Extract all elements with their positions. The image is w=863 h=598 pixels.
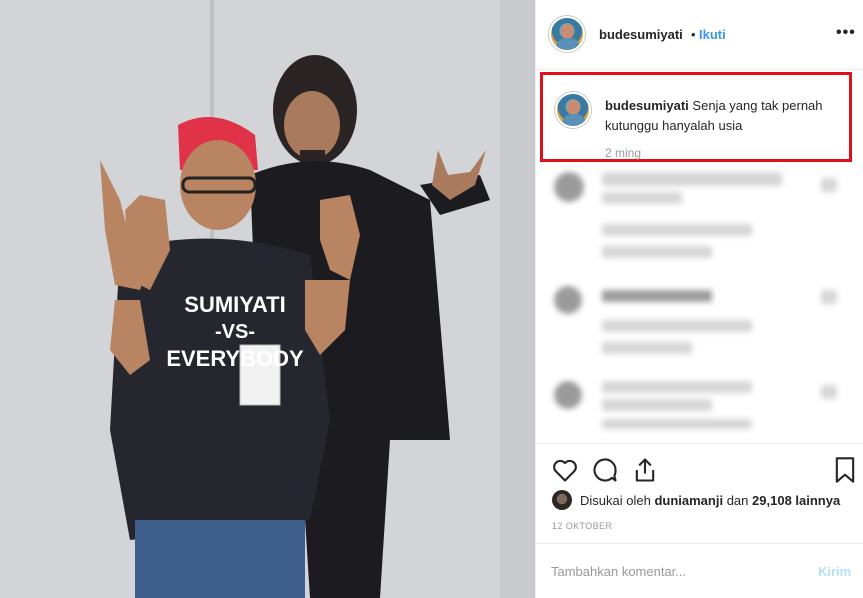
follow-button[interactable]: Ikuti — [699, 27, 726, 42]
heart-icon[interactable] — [551, 456, 579, 484]
photo-illustration: SUMIYATI -VS- EVERYBODY — [0, 0, 535, 598]
header-username[interactable]: budesumiyati — [599, 27, 683, 42]
shirt-text-1: SUMIYATI — [184, 292, 285, 317]
caption-avatar[interactable] — [555, 92, 591, 128]
caption: budesumiyati Senja yang tak pernah kutun… — [605, 96, 850, 136]
likes-count[interactable]: 29,108 lainnya — [752, 493, 840, 508]
more-options-icon[interactable]: ••• — [836, 24, 856, 42]
shirt-text-3: EVERYBODY — [166, 346, 304, 371]
likes-text: Disukai oleh duniamanji dan 29,108 lainn… — [580, 493, 840, 508]
post-comment-button[interactable]: Kirim — [818, 564, 851, 579]
caption-username[interactable]: budesumiyati — [605, 98, 689, 113]
caption-time[interactable]: 2 ming — [605, 146, 641, 160]
liker-username[interactable]: duniamanji — [654, 493, 723, 508]
likes-summary: Disukai oleh duniamanji dan 29,108 lainn… — [552, 490, 862, 512]
header-separator: • — [691, 27, 696, 42]
bookmark-icon[interactable] — [831, 456, 859, 484]
likes-conj: dan — [726, 493, 749, 508]
post-sidebar: budesumiyati • Ikuti ••• budesumiyati Se… — [535, 0, 863, 598]
post-actions — [536, 443, 863, 493]
comment-icon[interactable] — [591, 456, 619, 484]
post-date[interactable]: 12 OKTOBER — [552, 521, 612, 531]
likes-prefix: Disukai oleh — [580, 493, 651, 508]
comment-input[interactable] — [551, 564, 791, 579]
add-comment-bar: Kirim — [536, 543, 863, 598]
user-avatar[interactable] — [549, 16, 585, 52]
post-header: budesumiyati • Ikuti ••• — [536, 0, 863, 70]
liker-avatar[interactable] — [552, 490, 572, 510]
post-photo[interactable]: SUMIYATI -VS- EVERYBODY — [0, 0, 535, 598]
shirt-text-2: -VS- — [215, 321, 255, 343]
caption-highlight: budesumiyati Senja yang tak pernah kutun… — [540, 72, 852, 162]
share-icon[interactable] — [631, 456, 659, 484]
